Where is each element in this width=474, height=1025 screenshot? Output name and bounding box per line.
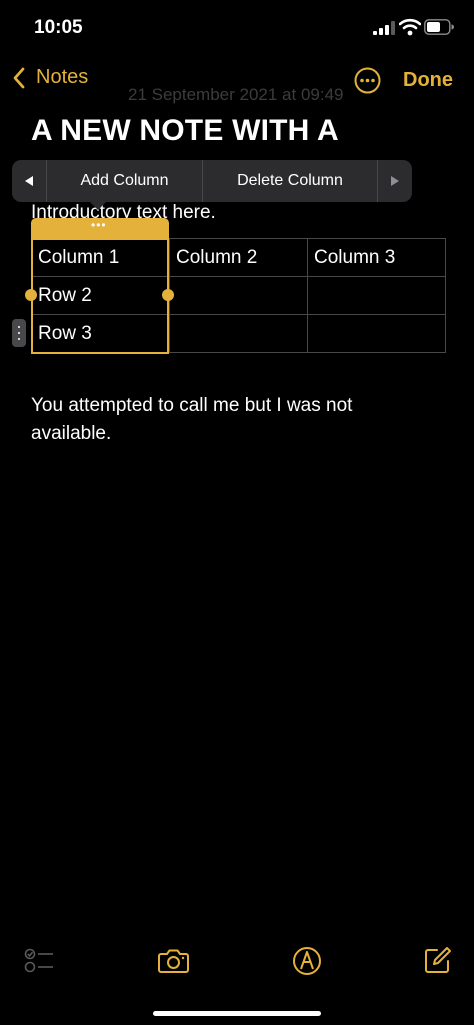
table-cell[interactable]: Row 2 <box>31 276 170 315</box>
table-cell[interactable]: Column 2 <box>169 238 308 277</box>
battery-icon <box>424 19 454 35</box>
note-table: Column 1 Column 2 Column 3 Row 2 Row 3 <box>31 238 446 353</box>
back-label: Notes <box>36 66 89 88</box>
table-cell[interactable]: Row 3 <box>31 314 170 353</box>
triangle-right-icon <box>391 176 399 186</box>
table-cell[interactable] <box>169 276 308 315</box>
wifi-icon <box>399 18 421 36</box>
markup-icon[interactable] <box>292 946 322 976</box>
menu-prev-button[interactable] <box>12 160 46 202</box>
checklist-icon[interactable] <box>24 948 54 974</box>
done-button[interactable]: Done <box>403 69 453 92</box>
selection-knob-left[interactable] <box>25 289 37 301</box>
note-body-text[interactable]: You attempted to call me but I was not a… <box>31 392 431 448</box>
note-date: 21 September 2021 at 09:49 <box>128 85 344 104</box>
chevron-left-icon <box>13 67 25 88</box>
table-row: Column 1 Column 2 Column 3 <box>31 238 446 277</box>
camera-icon[interactable] <box>158 948 189 974</box>
selection-knob-right[interactable] <box>162 289 174 301</box>
more-options-icon[interactable] <box>354 67 381 94</box>
note-title[interactable]: A NEW NOTE WITH A <box>31 114 339 148</box>
table-cell[interactable] <box>307 314 446 353</box>
drag-dots-icon: ••• <box>91 218 107 232</box>
menu-next-button[interactable] <box>378 160 412 202</box>
table-row: Row 3 <box>31 314 446 353</box>
row-drag-handle[interactable] <box>12 319 26 347</box>
home-indicator[interactable] <box>153 1011 321 1016</box>
back-button[interactable]: Notes <box>12 66 88 89</box>
table-cell[interactable] <box>307 276 446 315</box>
cellular-signal-icon <box>373 21 395 35</box>
delete-column-button[interactable]: Delete Column <box>203 160 377 202</box>
table-cell[interactable]: Column 3 <box>307 238 446 277</box>
triangle-left-icon <box>25 176 33 186</box>
column-drag-handle[interactable]: ••• <box>31 218 169 240</box>
table-cell[interactable]: Column 1 <box>31 238 170 277</box>
menu-pointer <box>89 201 107 210</box>
compose-icon[interactable] <box>424 946 452 974</box>
status-time: 10:05 <box>34 17 83 38</box>
status-bar: 10:05 <box>0 0 474 56</box>
table-row: Row 2 <box>31 276 446 315</box>
table-edit-menu: Add Column Delete Column <box>12 160 412 202</box>
add-column-button[interactable]: Add Column <box>47 160 202 202</box>
table-cell[interactable] <box>169 314 308 353</box>
